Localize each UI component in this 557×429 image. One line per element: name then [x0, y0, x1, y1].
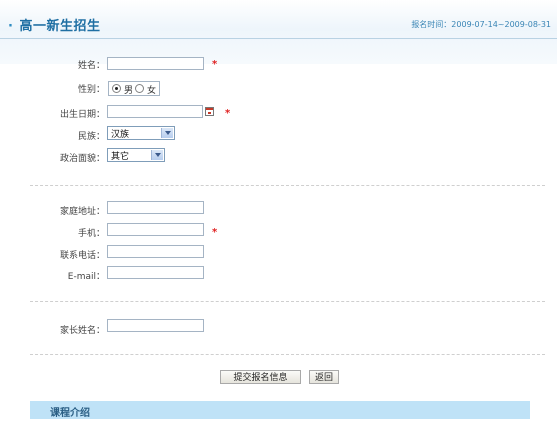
politics-select-value: 其它 — [111, 152, 130, 162]
gender-male-radio[interactable] — [112, 84, 121, 93]
section-divider — [30, 185, 545, 186]
politics-label: 政治面貌： — [59, 154, 105, 164]
section-divider — [30, 301, 545, 302]
chevron-down-icon — [151, 150, 163, 160]
nation-label: 民族： — [77, 132, 105, 142]
back-button[interactable]: 返回 — [309, 370, 339, 384]
nation-select-value: 汉族 — [111, 130, 130, 140]
address-input[interactable] — [107, 201, 204, 214]
phone-label: 联系电话： — [59, 251, 105, 261]
course-intro-bar: 课程介绍 — [30, 401, 530, 419]
email-label-wrap: E-mail： — [0, 268, 105, 282]
section-divider — [30, 354, 545, 355]
gender-label-wrap: 性别： — [0, 81, 105, 95]
title-bullet: · — [8, 19, 14, 34]
mobile-input[interactable] — [107, 223, 204, 236]
name-label-wrap: 姓名： — [0, 57, 105, 71]
gender-label: 性别： — [77, 85, 105, 95]
email-input[interactable] — [107, 266, 204, 279]
gender-female-label: 女 — [147, 86, 157, 96]
nation-label-wrap: 民族： — [0, 128, 105, 142]
page-header: · 高一新生招生 报名时间：2009-07-14~2009-08-31 — [0, 0, 557, 64]
politics-select[interactable]: 其它 — [107, 148, 165, 162]
parent-label-wrap: 家长姓名： — [0, 322, 105, 336]
birth-label: 出生日期： — [59, 110, 105, 120]
phone-input[interactable] — [107, 245, 204, 258]
header-divider — [0, 38, 557, 39]
calendar-icon[interactable] — [205, 107, 214, 116]
chevron-down-icon — [161, 128, 173, 138]
birth-date-input[interactable] — [107, 105, 203, 118]
parent-name-input[interactable] — [107, 319, 204, 332]
name-input[interactable] — [107, 57, 204, 70]
nation-select[interactable]: 汉族 — [107, 126, 175, 140]
parent-name-label: 家长姓名： — [59, 326, 105, 336]
mobile-required-mark: * — [212, 227, 218, 238]
address-label: 家庭地址： — [59, 207, 105, 217]
phone-label-wrap: 联系电话： — [0, 247, 105, 261]
name-required-mark: * — [212, 59, 218, 70]
course-intro-title: 课程介绍 — [50, 408, 90, 419]
title-text: 高一新生招生 — [19, 19, 101, 34]
name-label: 姓名： — [77, 61, 105, 71]
politics-label-wrap: 政治面貌： — [0, 150, 105, 164]
birth-required-mark: * — [225, 108, 231, 119]
mobile-label-wrap: 手机： — [0, 225, 105, 239]
address-label-wrap: 家庭地址： — [0, 203, 105, 217]
gender-male-label: 男 — [124, 86, 134, 96]
mobile-label: 手机： — [77, 229, 105, 239]
page-title: · 高一新生招生 — [8, 15, 100, 34]
submit-button[interactable]: 提交报名信息 — [220, 370, 301, 384]
gender-female-radio[interactable] — [135, 84, 144, 93]
registration-time: 报名时间：2009-07-14~2009-08-31 — [411, 20, 551, 29]
gender-radio-group: 男 女 — [108, 81, 160, 96]
birth-label-wrap: 出生日期： — [0, 106, 105, 120]
email-label: E-mail： — [67, 272, 105, 282]
